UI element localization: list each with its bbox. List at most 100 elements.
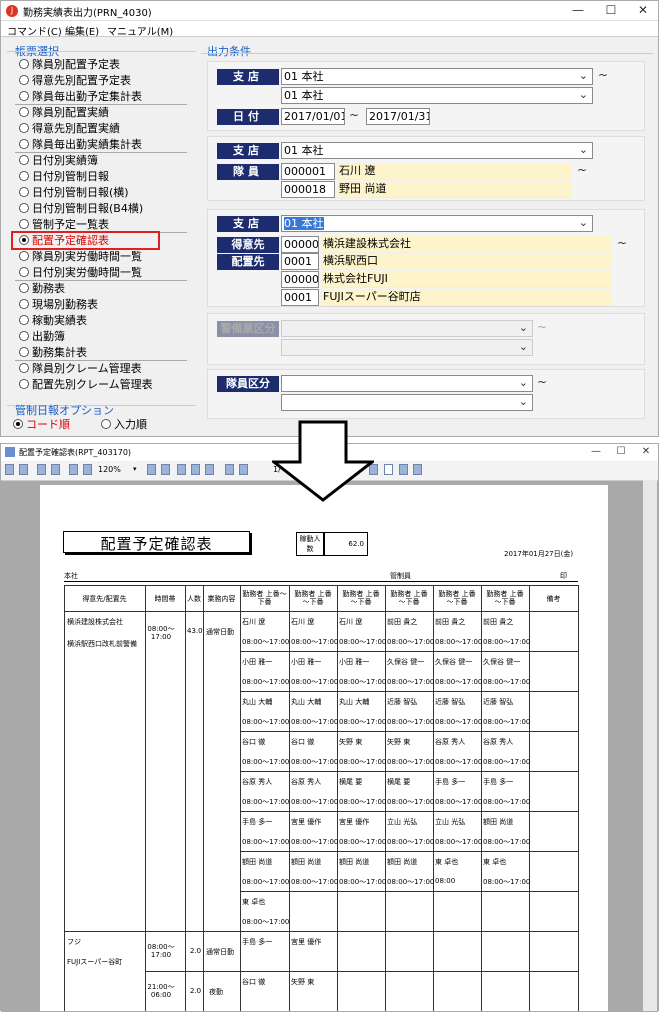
staff-name: 近藤 智弘 <box>387 698 418 706</box>
place-code-to[interactable]: 0001 <box>281 289 319 306</box>
report-option-13[interactable]: 隊員別実労働時間一覧 <box>19 249 142 264</box>
copy-icon[interactable] <box>5 464 14 475</box>
client-code-to[interactable]: 000002 <box>281 271 319 288</box>
staff-shift-time: 08:00～17:00 <box>435 758 483 766</box>
report-option-6[interactable]: 隊員毎出勤実績集計表 <box>19 137 142 152</box>
report-option-12[interactable]: 配置予定確認表 <box>19 233 109 248</box>
print-icon[interactable] <box>19 464 28 475</box>
staff-name: 横尾 要 <box>339 778 363 786</box>
place-code-from[interactable]: 0001 <box>281 253 319 270</box>
table-header: 勤務者 上番～下番 <box>342 590 380 606</box>
staff-name: 宮里 優作 <box>291 818 322 826</box>
export-icon[interactable] <box>413 464 422 475</box>
staff-shift-time: 08:00～17:00 <box>242 758 290 766</box>
report-option-5[interactable]: 得意先別配置実績 <box>19 121 120 136</box>
report-option-1[interactable]: 隊員別配置予定表 <box>19 57 120 72</box>
report-option-15[interactable]: 勤務表 <box>19 281 65 296</box>
menu-manual[interactable]: マニュアル(M) <box>107 23 173 38</box>
report-option-14[interactable]: 日付別実労働時間一覧 <box>19 265 142 280</box>
zoom-in-icon[interactable] <box>69 464 78 475</box>
find-icon[interactable] <box>51 464 60 475</box>
staff-label: 隊員 <box>217 164 279 180</box>
date-label: 日付 <box>217 109 279 125</box>
next-icon[interactable] <box>399 464 408 475</box>
whole-page-icon[interactable] <box>191 464 200 475</box>
client-code[interactable]: 000001 <box>281 236 319 253</box>
staff-name: 手島 多一 <box>242 938 273 946</box>
staff-name: 額田 尚道 <box>483 818 514 826</box>
multi-page-icon[interactable] <box>161 464 170 475</box>
menu-edit[interactable]: 編集(E) <box>65 23 99 38</box>
hand-icon[interactable] <box>384 464 393 475</box>
report-option-10[interactable]: 日付別管制日報(B4横) <box>19 201 143 216</box>
maximize-button[interactable]: ☐ <box>596 2 626 19</box>
close-button[interactable]: ✕ <box>628 2 658 19</box>
preview-scrollbar[interactable] <box>643 480 657 1011</box>
staff-shift-time: 08:00～17:00 <box>339 718 387 726</box>
date-to-input[interactable]: 2017/01/31 <box>366 108 430 125</box>
staff-name: 石川 遼 <box>291 618 315 626</box>
table-header: 勤務者 上番～下番 <box>486 590 524 606</box>
client-name-to: 株式会社FUJI <box>321 271 611 288</box>
prev-page-icon[interactable] <box>239 464 248 475</box>
report-close-button[interactable]: ✕ <box>631 444 659 459</box>
report-option-21[interactable]: 配置先別クレーム管理表 <box>19 377 153 392</box>
report-option-3[interactable]: 隊員毎出勤予定集計表 <box>19 89 142 104</box>
staff-shift-time: 08:00～17:00 <box>435 718 483 726</box>
menu-command[interactable]: コマンド(C) <box>7 23 62 38</box>
staff-name: 宮里 優作 <box>339 818 370 826</box>
branch-select-to[interactable]: 01 本社 <box>281 87 593 104</box>
table-header: 勤務者 上番～下番 <box>390 590 428 606</box>
minimize-button[interactable]: — <box>563 2 593 19</box>
staff-shift-time: 08:00～17:00 <box>483 718 531 726</box>
staff-name: 石川 遼 <box>242 618 266 626</box>
page-setup-icon[interactable] <box>37 464 46 475</box>
radio-icon <box>19 187 29 197</box>
report-option-7[interactable]: 日付別実績簿 <box>19 153 98 168</box>
branch-select-from[interactable]: 01 本社 <box>281 68 593 85</box>
option-group-label: 管制日報オプション <box>15 404 114 417</box>
client-branch-select[interactable]: 01 本社 <box>281 215 593 232</box>
report-option-18[interactable]: 出勤簿 <box>19 329 65 344</box>
staff-name: 谷原 秀人 <box>483 738 514 746</box>
down-arrow-icon <box>272 420 374 502</box>
division-select-to <box>281 339 533 356</box>
zoom-out-icon[interactable] <box>83 464 92 475</box>
staff-name: 久保谷 健一 <box>435 658 473 666</box>
first-page-icon[interactable] <box>225 464 234 475</box>
staff-shift-time: 08:00～17:00 <box>339 638 387 646</box>
staff-name: 矢野 東 <box>291 978 315 986</box>
zoom-dropdown-icon[interactable]: ▾ <box>133 465 137 473</box>
date-from-input[interactable]: 2017/01/01 <box>281 108 345 125</box>
report-option-20[interactable]: 隊員別クレーム管理表 <box>19 361 142 376</box>
staff-shift-time: 08:00～17:00 <box>483 798 531 806</box>
title-bar: J 勤務実績表出力(PRN_4030) — ☐ ✕ <box>1 1 658 21</box>
staff-type-select-from[interactable] <box>281 375 533 392</box>
report-option-19[interactable]: 勤務集計表 <box>19 345 87 360</box>
staff-shift-time: 08:00～17:00 <box>435 798 483 806</box>
radio-icon <box>19 315 29 325</box>
view-icon[interactable] <box>205 464 214 475</box>
report-option-8[interactable]: 日付別管制日報 <box>19 169 109 184</box>
staff-code-from[interactable]: 000001 <box>281 163 335 180</box>
staff-name: 丸山 大輔 <box>339 698 370 706</box>
table-header: 時間帯 <box>154 595 176 603</box>
single-page-icon[interactable] <box>147 464 156 475</box>
staff-name: 東 卓也 <box>242 898 266 906</box>
option-code-order[interactable]: コード順 <box>13 417 70 432</box>
report-option-11[interactable]: 管制予定一覧表 <box>19 217 109 232</box>
staff-code-to[interactable]: 000018 <box>281 181 335 198</box>
option-input-order[interactable]: 入力順 <box>101 417 147 432</box>
staff-shift-time: 08:00～17:00 <box>242 718 290 726</box>
page-width-icon[interactable] <box>177 464 186 475</box>
report-option-2[interactable]: 得意先別配置予定表 <box>19 73 131 88</box>
report-option-4[interactable]: 隊員別配置実績 <box>19 105 109 120</box>
table-header: 得意先/配置先 <box>82 595 127 603</box>
zoom-select[interactable]: 120% <box>98 465 121 474</box>
staff-branch-select[interactable]: 01 本社 <box>281 142 593 159</box>
report-option-17[interactable]: 稼動実績表 <box>19 313 87 328</box>
staff-type-select-to[interactable] <box>281 394 533 411</box>
staff-shift-time: 08:00～17:00 <box>483 878 531 886</box>
report-option-9[interactable]: 日付別管制日報(横) <box>19 185 129 200</box>
report-option-16[interactable]: 現場別勤務表 <box>19 297 98 312</box>
